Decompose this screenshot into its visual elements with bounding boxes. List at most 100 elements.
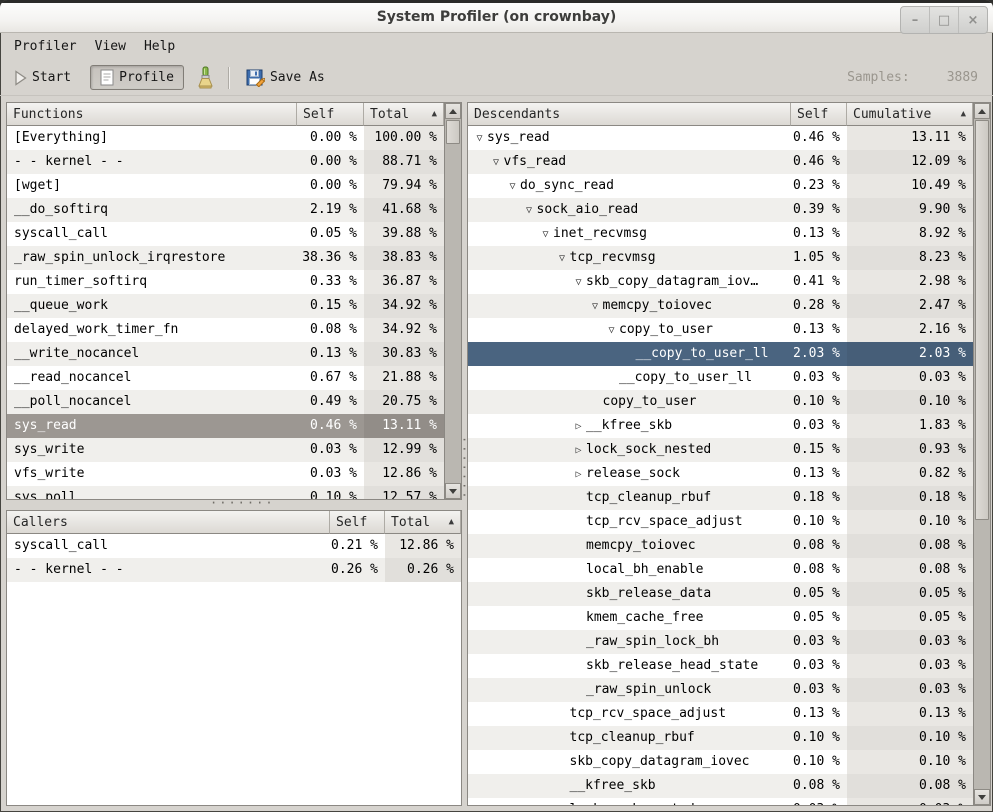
expander-open-icon[interactable]: ▽	[489, 151, 504, 174]
descendants-row[interactable]: _raw_spin_unlock0.03 %0.03 %	[468, 678, 973, 702]
expander-open-icon[interactable]: ▽	[505, 175, 520, 198]
expander-closed-icon[interactable]: ▷	[571, 415, 586, 438]
descendants-row[interactable]: _raw_spin_lock_bh0.03 %0.03 %	[468, 630, 973, 654]
horizontal-splitter-grip[interactable]: ·······	[210, 499, 254, 509]
functions-row[interactable]: sys_read0.46 %13.11 %	[7, 414, 444, 438]
descendants-scrollbar[interactable]	[973, 103, 990, 805]
expander-closed-icon[interactable]: ▷	[571, 463, 586, 486]
total-column-header[interactable]: Total ▲	[364, 103, 444, 126]
menu-help[interactable]: Help	[135, 35, 184, 58]
descendants-row[interactable]: ▽do_sync_read0.23 %10.49 %	[468, 174, 973, 198]
descendants-row[interactable]: ▽vfs_read0.46 %12.09 %	[468, 150, 973, 174]
functions-row[interactable]: sys_write0.03 %12.99 %	[7, 438, 444, 462]
total-column-header[interactable]: Total ▲	[385, 511, 461, 534]
descendants-row[interactable]: ▷release_sock0.13 %0.82 %	[468, 462, 973, 486]
functions-row[interactable]: __do_softirq2.19 %41.68 %	[7, 198, 444, 222]
descendants-row[interactable]: __copy_to_user_ll2.03 %2.03 %	[468, 342, 973, 366]
scrollbar-thumb[interactable]	[446, 120, 460, 144]
functions-row[interactable]: syscall_call0.05 %39.88 %	[7, 222, 444, 246]
descendants-row[interactable]: tcp_rcv_space_adjust0.13 %0.13 %	[468, 702, 973, 726]
functions-row[interactable]: _raw_spin_unlock_irqrestore38.36 %38.83 …	[7, 246, 444, 270]
functions-row[interactable]: __write_nocancel0.13 %30.83 %	[7, 342, 444, 366]
functions-column-header[interactable]: Functions	[7, 103, 297, 126]
self-column-header[interactable]: Self	[791, 103, 847, 126]
self-percent-cell: 0.13 %	[791, 222, 847, 246]
descendants-row[interactable]: ▷lock_sock_nested0.15 %0.93 %	[468, 438, 973, 462]
functions-row[interactable]: - - kernel - -0.00 %88.71 %	[7, 150, 444, 174]
expander-open-icon[interactable]: ▽	[522, 199, 537, 222]
descendants-row[interactable]: ▽tcp_recvmsg1.05 %8.23 %	[468, 246, 973, 270]
descendants-row[interactable]: tcp_rcv_space_adjust0.10 %0.10 %	[468, 510, 973, 534]
save-as-button[interactable]: Save As	[239, 64, 332, 91]
descendants-row[interactable]: tcp_cleanup_rbuf0.10 %0.10 %	[468, 726, 973, 750]
descendants-row[interactable]: tcp_cleanup_rbuf0.18 %0.18 %	[468, 486, 973, 510]
scroll-up-button[interactable]	[974, 103, 990, 119]
descendants-row[interactable]: ▷__kfree_skb0.03 %1.83 %	[468, 414, 973, 438]
descendants-row[interactable]: local_bh_enable0.08 %0.08 %	[468, 558, 973, 582]
scrollbar-thumb[interactable]	[975, 120, 989, 520]
callers-row[interactable]: syscall_call0.21 %12.86 %	[7, 534, 461, 558]
descendants-row[interactable]: ▽inet_recvmsg0.13 %8.92 %	[468, 222, 973, 246]
descendants-row[interactable]: memcpy_toiovec0.08 %0.08 %	[468, 534, 973, 558]
functions-row[interactable]: run_timer_softirq0.33 %36.87 %	[7, 270, 444, 294]
descendants-row[interactable]: skb_release_data0.05 %0.05 %	[468, 582, 973, 606]
maximize-button[interactable]: □	[929, 7, 958, 33]
functions-row[interactable]: __poll_nocancel0.49 %20.75 %	[7, 390, 444, 414]
cumulative-column-header[interactable]: Cumulative ▲	[847, 103, 973, 126]
callers-row[interactable]: - - kernel - -0.26 %0.26 %	[7, 558, 461, 582]
functions-row[interactable]: [wget]0.00 %79.94 %	[7, 174, 444, 198]
descendant-name: copy_to_user	[603, 394, 697, 409]
cumulative-percent-cell: 9.90 %	[847, 198, 973, 222]
expander-open-icon[interactable]: ▽	[538, 223, 553, 246]
functions-row[interactable]: __read_nocancel0.67 %21.88 %	[7, 366, 444, 390]
close-button[interactable]: ×	[958, 7, 987, 33]
descendants-row[interactable]: kmem_cache_free0.05 %0.05 %	[468, 606, 973, 630]
menu-profiler[interactable]: Profiler	[5, 35, 86, 58]
descendants-row[interactable]: ▽sock_aio_read0.39 %9.90 %	[468, 198, 973, 222]
functions-row[interactable]: delayed_work_timer_fn0.08 %34.92 %	[7, 318, 444, 342]
expander-open-icon[interactable]: ▽	[604, 319, 619, 342]
descendants-row[interactable]: ▽skb_copy_datagram_iov…0.41 %2.98 %	[468, 270, 973, 294]
vertical-splitter-grip[interactable]: ·······	[459, 435, 469, 501]
descendants-row[interactable]: lock_sock_nested0.03 %0.03 %	[468, 798, 973, 805]
expander-closed-icon[interactable]: ▷	[571, 439, 586, 462]
callers-panel: Callers Self Total ▲ syscall_call0.21 %1…	[6, 510, 462, 806]
self-column-header[interactable]: Self	[330, 511, 385, 534]
toolbar-separator	[228, 67, 230, 89]
profile-button[interactable]: Profile	[90, 65, 184, 90]
descendants-row[interactable]: ▽sys_read0.46 %13.11 %	[468, 126, 973, 150]
callers-column-header[interactable]: Callers	[7, 511, 330, 534]
menu-view[interactable]: View	[86, 35, 135, 58]
scroll-down-button[interactable]	[974, 789, 990, 805]
descendants-row[interactable]: copy_to_user0.10 %0.10 %	[468, 390, 973, 414]
descendants-row[interactable]: skb_release_head_state0.03 %0.03 %	[468, 654, 973, 678]
total-percent-cell: 79.94 %	[364, 174, 444, 198]
descendants-row[interactable]: ▽copy_to_user0.13 %2.16 %	[468, 318, 973, 342]
cumulative-percent-cell: 8.92 %	[847, 222, 973, 246]
expander-open-icon[interactable]: ▽	[555, 247, 570, 270]
total-percent-cell: 38.83 %	[364, 246, 444, 270]
start-button[interactable]: Start	[7, 66, 78, 90]
descendants-row[interactable]: skb_copy_datagram_iovec0.10 %0.10 %	[468, 750, 973, 774]
descendants-row[interactable]: __kfree_skb0.08 %0.08 %	[468, 774, 973, 798]
self-percent-cell: 0.10 %	[791, 510, 847, 534]
self-percent-cell: 0.23 %	[791, 174, 847, 198]
descendants-row[interactable]: __copy_to_user_ll0.03 %0.03 %	[468, 366, 973, 390]
expander-open-icon[interactable]: ▽	[571, 271, 586, 294]
self-percent-cell: 0.39 %	[791, 198, 847, 222]
menu-bar: Profiler View Help	[0, 33, 993, 60]
scroll-up-button[interactable]	[445, 103, 461, 119]
descendants-column-header[interactable]: Descendants	[468, 103, 791, 126]
functions-row[interactable]: vfs_write0.03 %12.86 %	[7, 462, 444, 486]
descendants-header: Descendants Self Cumulative ▲	[468, 103, 973, 126]
descendants-row[interactable]: ▽memcpy_toiovec0.28 %2.47 %	[468, 294, 973, 318]
app-window: System Profiler (on crownbay) – □ × Prof…	[0, 0, 993, 812]
reset-button[interactable]	[188, 62, 222, 94]
expander-open-icon[interactable]: ▽	[472, 127, 487, 150]
descendant-name-cell: ▽sock_aio_read	[468, 198, 791, 222]
self-column-header[interactable]: Self	[297, 103, 364, 126]
expander-open-icon[interactable]: ▽	[588, 295, 603, 318]
minimize-button[interactable]: –	[901, 7, 929, 33]
functions-row[interactable]: [Everything]0.00 %100.00 %	[7, 126, 444, 150]
functions-row[interactable]: __queue_work0.15 %34.92 %	[7, 294, 444, 318]
